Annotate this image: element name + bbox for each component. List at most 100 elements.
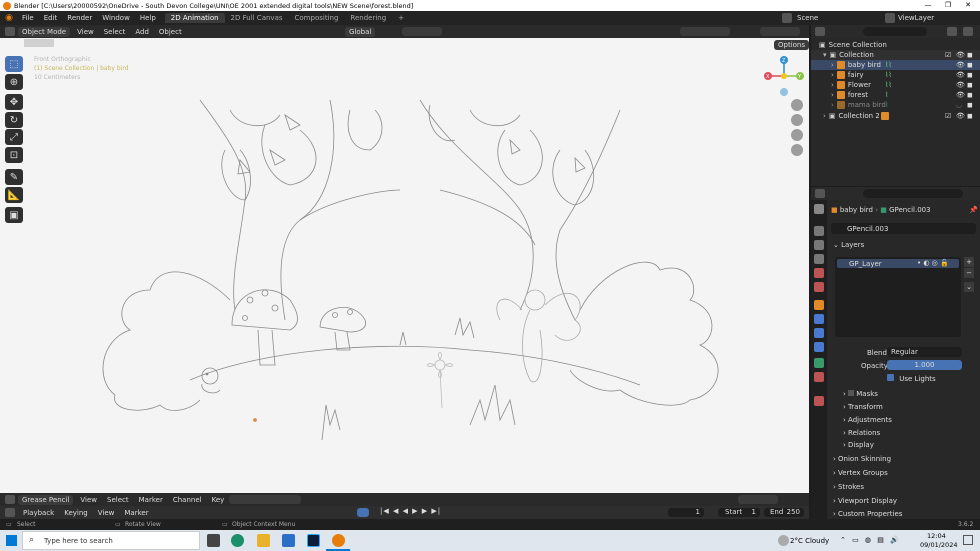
clock-date[interactable]: 09/01/2024 xyxy=(920,541,957,549)
display-panel[interactable]: › Display xyxy=(843,441,874,449)
custom-properties-panel[interactable]: › Custom Properties xyxy=(833,510,902,518)
properties-search-input[interactable] xyxy=(863,189,963,198)
keyframe-tools[interactable] xyxy=(229,495,302,504)
keying-menu[interactable]: Keying xyxy=(59,509,93,517)
output-tab-icon[interactable] xyxy=(814,240,824,250)
outliner-row-scene-collection[interactable]: ▣ Scene Collection xyxy=(811,40,980,50)
ds-menu-key[interactable]: Key xyxy=(207,496,230,504)
texture-tab-icon[interactable] xyxy=(814,396,824,406)
camera-icon[interactable]: ◼ xyxy=(967,51,973,59)
photoshop-icon[interactable] xyxy=(307,534,320,547)
weather-text[interactable]: 2°C Cloudy xyxy=(790,537,829,545)
outliner-row-flower[interactable]: › Flower ⌇⌇ 👁 ◼ xyxy=(811,80,980,90)
chevron-right-icon[interactable]: › xyxy=(831,61,834,69)
mode-selector[interactable]: Object Mode xyxy=(18,26,71,37)
shading-controls[interactable] xyxy=(760,27,800,36)
ds-menu-marker[interactable]: Marker xyxy=(134,496,168,504)
current-frame-field[interactable]: 1 xyxy=(668,508,704,517)
playback-menu[interactable]: Playback xyxy=(18,509,59,517)
ds-menu-channel[interactable]: Channel xyxy=(168,496,207,504)
auto-keying-toggle[interactable] xyxy=(357,508,369,517)
timeline-view-menu[interactable]: View xyxy=(93,509,120,517)
strokes-panel[interactable]: › Strokes xyxy=(833,483,864,491)
timeline-marker-menu[interactable]: Marker xyxy=(119,509,153,517)
physics-tab-icon[interactable] xyxy=(814,342,824,352)
timeline-editor-icon[interactable] xyxy=(5,508,15,517)
camera-icon[interactable]: ◼ xyxy=(967,61,973,69)
ds-menu-view[interactable]: View xyxy=(75,496,102,504)
layer-menu-button[interactable]: ⌄ xyxy=(964,282,974,292)
tab-2d-full-canvas[interactable]: 2D Full Canvas xyxy=(225,13,289,23)
masks-panel[interactable]: › Masks xyxy=(843,390,878,398)
chevron-right-icon[interactable]: › xyxy=(831,91,834,99)
close-icon[interactable]: ✕ xyxy=(958,0,978,11)
file-explorer-icon[interactable] xyxy=(257,534,270,547)
use-lights-toggle[interactable]: Use Lights xyxy=(887,374,936,383)
chevron-right-icon[interactable]: › xyxy=(831,71,834,79)
scene-tab-icon[interactable] xyxy=(814,268,824,278)
menu-window[interactable]: Window xyxy=(97,14,135,22)
eye-icon[interactable]: 👁 xyxy=(956,112,965,120)
notification-icon[interactable] xyxy=(963,535,973,545)
transform-panel[interactable]: › Transform xyxy=(843,403,883,411)
outliner-editor-icon[interactable] xyxy=(815,27,825,36)
outliner-row-baby-bird[interactable]: › baby bird ⌇⌇ 👁 ◼ xyxy=(811,60,980,70)
outliner-search-input[interactable] xyxy=(863,27,927,36)
layer-item[interactable]: GP_Layer • ◐ ◎ 🔓 xyxy=(837,259,959,268)
filter-controls[interactable] xyxy=(738,495,778,504)
menu-file[interactable]: File xyxy=(17,14,39,22)
outliner-row-fairy[interactable]: › fairy ⌇⌇ 👁 ◼ xyxy=(811,70,980,80)
layers-panel-header[interactable]: ⌄ Layers xyxy=(833,241,864,249)
3d-viewport[interactable]: Options Front Orthographic (1) Scene Col… xyxy=(0,38,809,493)
add-workspace-button[interactable]: + xyxy=(392,13,410,23)
eye-icon[interactable]: 👁 xyxy=(956,71,965,79)
tab-rendering[interactable]: Rendering xyxy=(344,13,392,23)
view-layer-selector[interactable]: ViewLayer xyxy=(898,14,934,22)
viewport-menu-view[interactable]: View xyxy=(72,28,99,36)
outliner-row-mama-bird[interactable]: › mama bird ⌇ ◡ ◼ xyxy=(811,100,980,110)
chevron-down-icon[interactable]: ▾ xyxy=(823,51,827,59)
new-collection-icon[interactable] xyxy=(963,27,973,36)
clock-time[interactable]: 12:04 xyxy=(927,532,946,540)
modifier-tab-icon[interactable] xyxy=(814,314,824,324)
playback-controls[interactable]: |◀ ◀ ◀ ▶ ▶ ▶| xyxy=(380,507,441,515)
scene-selector[interactable]: Scene xyxy=(797,14,818,22)
render-tab-icon[interactable] xyxy=(814,226,824,236)
checkbox-icon[interactable]: ☑ xyxy=(945,112,951,120)
shader-fx-tab-icon[interactable] xyxy=(814,328,824,338)
mail-icon[interactable] xyxy=(282,534,295,547)
task-view-icon[interactable] xyxy=(207,534,220,547)
adjustments-panel[interactable]: › Adjustments xyxy=(843,416,892,424)
material-tab-icon[interactable] xyxy=(814,372,824,382)
vertex-groups-panel[interactable]: › Vertex Groups xyxy=(833,469,888,477)
checkbox-icon[interactable] xyxy=(887,374,894,381)
world-tab-icon[interactable] xyxy=(814,282,824,292)
add-layer-button[interactable]: + xyxy=(964,257,974,267)
viewport-menu-select[interactable]: Select xyxy=(99,28,131,36)
camera-icon[interactable]: ◼ xyxy=(967,81,973,89)
minimize-icon[interactable]: — xyxy=(918,0,938,11)
properties-editor-icon[interactable] xyxy=(815,189,825,198)
view-layer-tab-icon[interactable] xyxy=(814,254,824,264)
camera-icon[interactable]: ◼ xyxy=(967,71,973,79)
eye-icon[interactable]: 👁 xyxy=(956,61,965,69)
blend-select[interactable]: Regular xyxy=(887,347,962,357)
data-block-field[interactable]: GPencil.003 xyxy=(831,223,976,234)
tool-tab-icon[interactable] xyxy=(814,204,824,214)
outliner-row-forest[interactable]: › forest ⌇ 👁 ◼ xyxy=(811,90,980,100)
taskbar-search-input[interactable]: ⌕ Type here to search xyxy=(22,531,200,550)
chevron-right-icon[interactable]: › xyxy=(823,112,826,120)
object-data-tab-icon[interactable] xyxy=(814,358,824,368)
filter-icon[interactable] xyxy=(947,27,957,36)
snap-controls[interactable] xyxy=(402,27,442,36)
camera-icon[interactable]: ◼ xyxy=(967,112,973,120)
end-frame-field[interactable]: End 250 xyxy=(764,508,804,517)
menu-render[interactable]: Render xyxy=(62,14,97,22)
menu-edit[interactable]: Edit xyxy=(39,14,63,22)
overlay-controls[interactable] xyxy=(680,27,730,36)
eye-icon[interactable]: 👁 xyxy=(956,81,965,89)
outliner-row-collection[interactable]: ▾ ▣ Collection ☑ 👁 ◼ xyxy=(811,50,980,60)
eye-hidden-icon[interactable]: ◡ xyxy=(956,101,962,109)
camera-icon[interactable]: ◼ xyxy=(967,101,973,109)
eye-icon[interactable]: 👁 xyxy=(956,51,965,59)
